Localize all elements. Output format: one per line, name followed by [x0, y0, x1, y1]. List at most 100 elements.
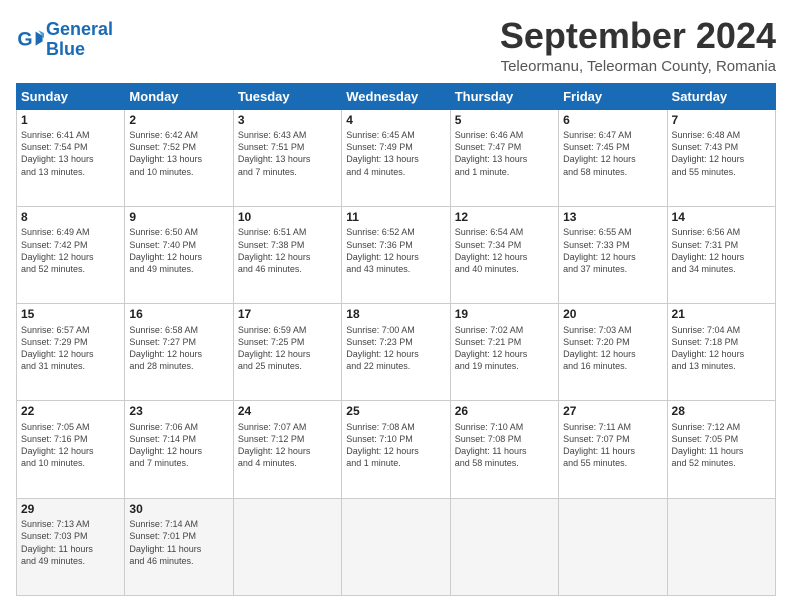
day-info: Sunrise: 6:54 AMSunset: 7:34 PMDaylight:… [455, 226, 554, 275]
day-number: 5 [455, 113, 554, 129]
day-number: 26 [455, 404, 554, 420]
calendar-day: 29Sunrise: 7:13 AMSunset: 7:03 PMDayligh… [17, 498, 125, 595]
day-info: Sunrise: 7:10 AMSunset: 7:08 PMDaylight:… [455, 421, 554, 470]
calendar-day: 7Sunrise: 6:48 AMSunset: 7:43 PMDaylight… [667, 109, 775, 206]
header: G General Blue September 2024 Teleormanu… [16, 16, 776, 75]
day-number: 20 [563, 307, 662, 323]
day-info: Sunrise: 6:49 AMSunset: 7:42 PMDaylight:… [21, 226, 120, 275]
day-info: Sunrise: 6:41 AMSunset: 7:54 PMDaylight:… [21, 129, 120, 178]
day-info: Sunrise: 6:56 AMSunset: 7:31 PMDaylight:… [672, 226, 771, 275]
calendar-day: 21Sunrise: 7:04 AMSunset: 7:18 PMDayligh… [667, 304, 775, 401]
svg-text:G: G [17, 28, 32, 50]
calendar-day: 13Sunrise: 6:55 AMSunset: 7:33 PMDayligh… [559, 206, 667, 303]
calendar-day: 1Sunrise: 6:41 AMSunset: 7:54 PMDaylight… [17, 109, 125, 206]
calendar-day: 18Sunrise: 7:00 AMSunset: 7:23 PMDayligh… [342, 304, 450, 401]
calendar-day: 15Sunrise: 6:57 AMSunset: 7:29 PMDayligh… [17, 304, 125, 401]
day-info: Sunrise: 6:45 AMSunset: 7:49 PMDaylight:… [346, 129, 445, 178]
calendar-day: 10Sunrise: 6:51 AMSunset: 7:38 PMDayligh… [233, 206, 341, 303]
day-number: 14 [672, 210, 771, 226]
day-number: 7 [672, 113, 771, 129]
day-number: 8 [21, 210, 120, 226]
calendar-day: 28Sunrise: 7:12 AMSunset: 7:05 PMDayligh… [667, 401, 775, 498]
day-number: 10 [238, 210, 337, 226]
day-info: Sunrise: 6:48 AMSunset: 7:43 PMDaylight:… [672, 129, 771, 178]
calendar-day: 6Sunrise: 6:47 AMSunset: 7:45 PMDaylight… [559, 109, 667, 206]
calendar-day: 22Sunrise: 7:05 AMSunset: 7:16 PMDayligh… [17, 401, 125, 498]
calendar-week-4: 22Sunrise: 7:05 AMSunset: 7:16 PMDayligh… [17, 401, 776, 498]
day-info: Sunrise: 6:57 AMSunset: 7:29 PMDaylight:… [21, 324, 120, 373]
day-number: 11 [346, 210, 445, 226]
day-info: Sunrise: 6:43 AMSunset: 7:51 PMDaylight:… [238, 129, 337, 178]
day-info: Sunrise: 6:52 AMSunset: 7:36 PMDaylight:… [346, 226, 445, 275]
day-info: Sunrise: 6:50 AMSunset: 7:40 PMDaylight:… [129, 226, 228, 275]
calendar-day [667, 498, 775, 595]
day-number: 28 [672, 404, 771, 420]
day-number: 22 [21, 404, 120, 420]
day-info: Sunrise: 6:42 AMSunset: 7:52 PMDaylight:… [129, 129, 228, 178]
day-number: 24 [238, 404, 337, 420]
day-number: 2 [129, 113, 228, 129]
day-info: Sunrise: 6:47 AMSunset: 7:45 PMDaylight:… [563, 129, 662, 178]
calendar-day: 20Sunrise: 7:03 AMSunset: 7:20 PMDayligh… [559, 304, 667, 401]
day-info: Sunrise: 6:51 AMSunset: 7:38 PMDaylight:… [238, 226, 337, 275]
calendar-week-5: 29Sunrise: 7:13 AMSunset: 7:03 PMDayligh… [17, 498, 776, 595]
day-info: Sunrise: 7:05 AMSunset: 7:16 PMDaylight:… [21, 421, 120, 470]
calendar-day: 17Sunrise: 6:59 AMSunset: 7:25 PMDayligh… [233, 304, 341, 401]
calendar-week-3: 15Sunrise: 6:57 AMSunset: 7:29 PMDayligh… [17, 304, 776, 401]
month-title: September 2024 [500, 16, 776, 56]
header-row: Sunday Monday Tuesday Wednesday Thursday… [17, 83, 776, 109]
day-number: 23 [129, 404, 228, 420]
logo-text: General Blue [46, 20, 113, 60]
day-number: 12 [455, 210, 554, 226]
logo-line2: Blue [46, 39, 85, 59]
calendar-day: 25Sunrise: 7:08 AMSunset: 7:10 PMDayligh… [342, 401, 450, 498]
day-number: 29 [21, 502, 120, 518]
calendar-day [450, 498, 558, 595]
day-info: Sunrise: 7:04 AMSunset: 7:18 PMDaylight:… [672, 324, 771, 373]
page: G General Blue September 2024 Teleormanu… [0, 0, 792, 612]
col-sunday: Sunday [17, 83, 125, 109]
day-number: 21 [672, 307, 771, 323]
col-friday: Friday [559, 83, 667, 109]
day-number: 27 [563, 404, 662, 420]
calendar-day: 2Sunrise: 6:42 AMSunset: 7:52 PMDaylight… [125, 109, 233, 206]
col-wednesday: Wednesday [342, 83, 450, 109]
calendar-day: 23Sunrise: 7:06 AMSunset: 7:14 PMDayligh… [125, 401, 233, 498]
logo-icon: G [16, 26, 44, 54]
day-info: Sunrise: 7:08 AMSunset: 7:10 PMDaylight:… [346, 421, 445, 470]
calendar-day: 30Sunrise: 7:14 AMSunset: 7:01 PMDayligh… [125, 498, 233, 595]
day-info: Sunrise: 6:46 AMSunset: 7:47 PMDaylight:… [455, 129, 554, 178]
calendar-week-2: 8Sunrise: 6:49 AMSunset: 7:42 PMDaylight… [17, 206, 776, 303]
calendar-table: Sunday Monday Tuesday Wednesday Thursday… [16, 83, 776, 596]
col-monday: Monday [125, 83, 233, 109]
calendar-day: 3Sunrise: 6:43 AMSunset: 7:51 PMDaylight… [233, 109, 341, 206]
day-info: Sunrise: 6:59 AMSunset: 7:25 PMDaylight:… [238, 324, 337, 373]
day-info: Sunrise: 6:55 AMSunset: 7:33 PMDaylight:… [563, 226, 662, 275]
col-tuesday: Tuesday [233, 83, 341, 109]
calendar-day [342, 498, 450, 595]
location-title: Teleormanu, Teleorman County, Romania [500, 58, 776, 75]
day-info: Sunrise: 7:02 AMSunset: 7:21 PMDaylight:… [455, 324, 554, 373]
day-number: 15 [21, 307, 120, 323]
day-number: 4 [346, 113, 445, 129]
logo: G General Blue [16, 20, 113, 60]
title-block: September 2024 Teleormanu, Teleorman Cou… [500, 16, 776, 75]
calendar-day [233, 498, 341, 595]
day-info: Sunrise: 7:13 AMSunset: 7:03 PMDaylight:… [21, 518, 120, 567]
day-info: Sunrise: 7:03 AMSunset: 7:20 PMDaylight:… [563, 324, 662, 373]
col-saturday: Saturday [667, 83, 775, 109]
calendar-day: 12Sunrise: 6:54 AMSunset: 7:34 PMDayligh… [450, 206, 558, 303]
day-number: 3 [238, 113, 337, 129]
day-info: Sunrise: 6:58 AMSunset: 7:27 PMDaylight:… [129, 324, 228, 373]
calendar-day: 24Sunrise: 7:07 AMSunset: 7:12 PMDayligh… [233, 401, 341, 498]
day-number: 9 [129, 210, 228, 226]
day-number: 25 [346, 404, 445, 420]
day-info: Sunrise: 7:12 AMSunset: 7:05 PMDaylight:… [672, 421, 771, 470]
day-number: 17 [238, 307, 337, 323]
calendar-day: 19Sunrise: 7:02 AMSunset: 7:21 PMDayligh… [450, 304, 558, 401]
day-info: Sunrise: 7:11 AMSunset: 7:07 PMDaylight:… [563, 421, 662, 470]
calendar-day: 11Sunrise: 6:52 AMSunset: 7:36 PMDayligh… [342, 206, 450, 303]
day-number: 1 [21, 113, 120, 129]
day-number: 16 [129, 307, 228, 323]
day-info: Sunrise: 7:06 AMSunset: 7:14 PMDaylight:… [129, 421, 228, 470]
